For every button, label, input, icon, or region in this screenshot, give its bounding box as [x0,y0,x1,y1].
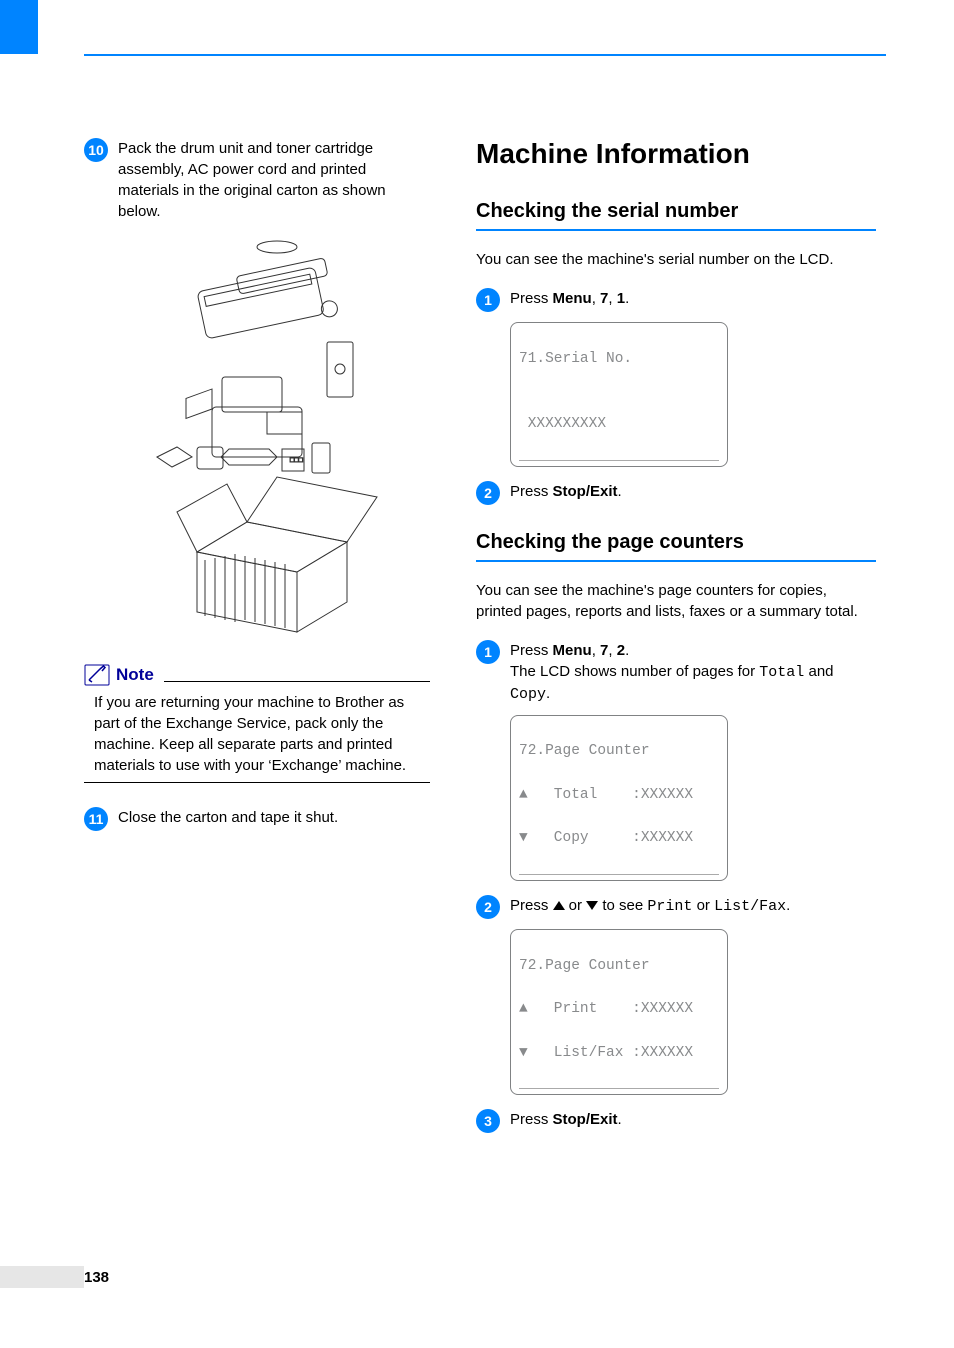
serial-step-2: 2 Press Stop/Exit. [476,481,876,505]
note-body: If you are returning your machine to Bro… [84,692,430,782]
subsection-heading-counters: Checking the page counters [476,531,876,562]
packing-diagram-svg: □□□ [127,232,387,642]
text: and [804,663,833,680]
step-number-badge: 1 [476,640,500,664]
mono: Copy [510,686,546,703]
lcd-line: ▼ List/Fax :XXXXXX [519,1043,719,1065]
mono: Total [759,664,804,681]
text: . [546,685,550,702]
left-column: 10 Pack the drum unit and toner cartridg… [84,138,430,841]
bold: Stop/Exit [553,483,618,500]
step-text: Press Stop/Exit. [510,1109,876,1130]
text: or [692,897,714,914]
lcd-line: 72.Page Counter [519,956,719,978]
bold: 2 [617,642,625,659]
step-text: Pack the drum unit and toner cartridge a… [118,138,430,222]
text: , [608,642,616,659]
bold: 1 [617,290,625,307]
lcd-rule [519,874,719,878]
note-rule [164,681,430,682]
serial-step-1: 1 Press Menu, 7, 1. [476,288,876,312]
text: or [565,897,587,914]
up-triangle-icon [553,901,565,910]
mono: List/Fax [714,898,786,915]
text: , [592,642,600,659]
down-triangle-icon [586,901,598,910]
lcd-display-counter-1: 72.Page Counter ▲ Total :XXXXXX ▼ Copy :… [510,715,728,881]
intro-text: You can see the machine's serial number … [476,249,876,270]
subsection-heading-serial: Checking the serial number [476,200,876,231]
counters-step-1: 1 Press Menu, 7, 2. The LCD shows number… [476,640,876,705]
step-text: Press Menu, 7, 1. [510,288,876,309]
bold: Menu [553,290,592,307]
lcd-line: XXXXXXXXX [519,414,719,436]
text: The LCD shows number of pages for [510,663,759,680]
step-number-badge: 10 [84,138,108,162]
step-subtext: The LCD shows number of pages for Total … [510,661,876,705]
text: Press [510,897,553,914]
step-number-badge: 2 [476,895,500,919]
note-icon [84,664,110,686]
step-11: 11 Close the carton and tape it shut. [84,807,430,831]
step-text: Press Stop/Exit. [510,481,876,502]
lcd-line: 71.Serial No. [519,349,719,371]
step-number-badge: 1 [476,288,500,312]
lcd-line: ▲ Print :XXXXXX [519,999,719,1021]
svg-text:□□□: □□□ [290,457,303,464]
mono: Print [647,898,692,915]
page-number: 138 [84,1269,109,1286]
note-title: Note [116,665,164,685]
text: Press [510,642,553,659]
step-number-badge: 11 [84,807,108,831]
note-header: Note [84,664,430,686]
bold: Stop/Exit [553,1111,618,1128]
lcd-display-serial: 71.Serial No. XXXXXXXXX [510,322,728,467]
bold: Menu [553,642,592,659]
lcd-line: ▲ Total :XXXXXX [519,785,719,807]
section-heading-h1: Machine Information [476,138,876,170]
step-10: 10 Pack the drum unit and toner cartridg… [84,138,430,222]
note-rule-bottom [84,782,430,783]
counters-step-2: 2 Press or to see Print or List/Fax. [476,895,876,919]
step-text: Press Menu, 7, 2. The LCD shows number o… [510,640,876,705]
text: Press [510,290,553,307]
text: . [618,1111,622,1128]
text: , [608,290,616,307]
lcd-line: 72.Page Counter [519,741,719,763]
step-text: Press or to see Print or List/Fax. [510,895,876,917]
text: . [786,897,790,914]
lcd-rule [519,1088,719,1092]
text: . [625,290,629,307]
text: . [625,642,629,659]
text: to see [598,897,647,914]
text: Press [510,1111,553,1128]
lcd-rule [519,460,719,464]
counters-step-3: 3 Press Stop/Exit. [476,1109,876,1133]
step-number-badge: 2 [476,481,500,505]
blue-corner-block [0,0,38,54]
footer-stripe [0,1266,84,1288]
packing-illustration: □□□ [127,232,387,642]
top-horizontal-rule [84,54,886,56]
step-text: Close the carton and tape it shut. [118,807,430,828]
lcd-line: ▼ Copy :XXXXXX [519,828,719,850]
text: . [618,483,622,500]
step-number-badge: 3 [476,1109,500,1133]
lcd-display-counter-2: 72.Page Counter ▲ Print :XXXXXX ▼ List/F… [510,929,728,1095]
note-box: Note If you are returning your machine t… [84,664,430,783]
text: Press [510,483,553,500]
right-column: Machine Information Checking the serial … [476,138,876,1143]
text: , [592,290,600,307]
intro-text: You can see the machine's page counters … [476,580,876,622]
